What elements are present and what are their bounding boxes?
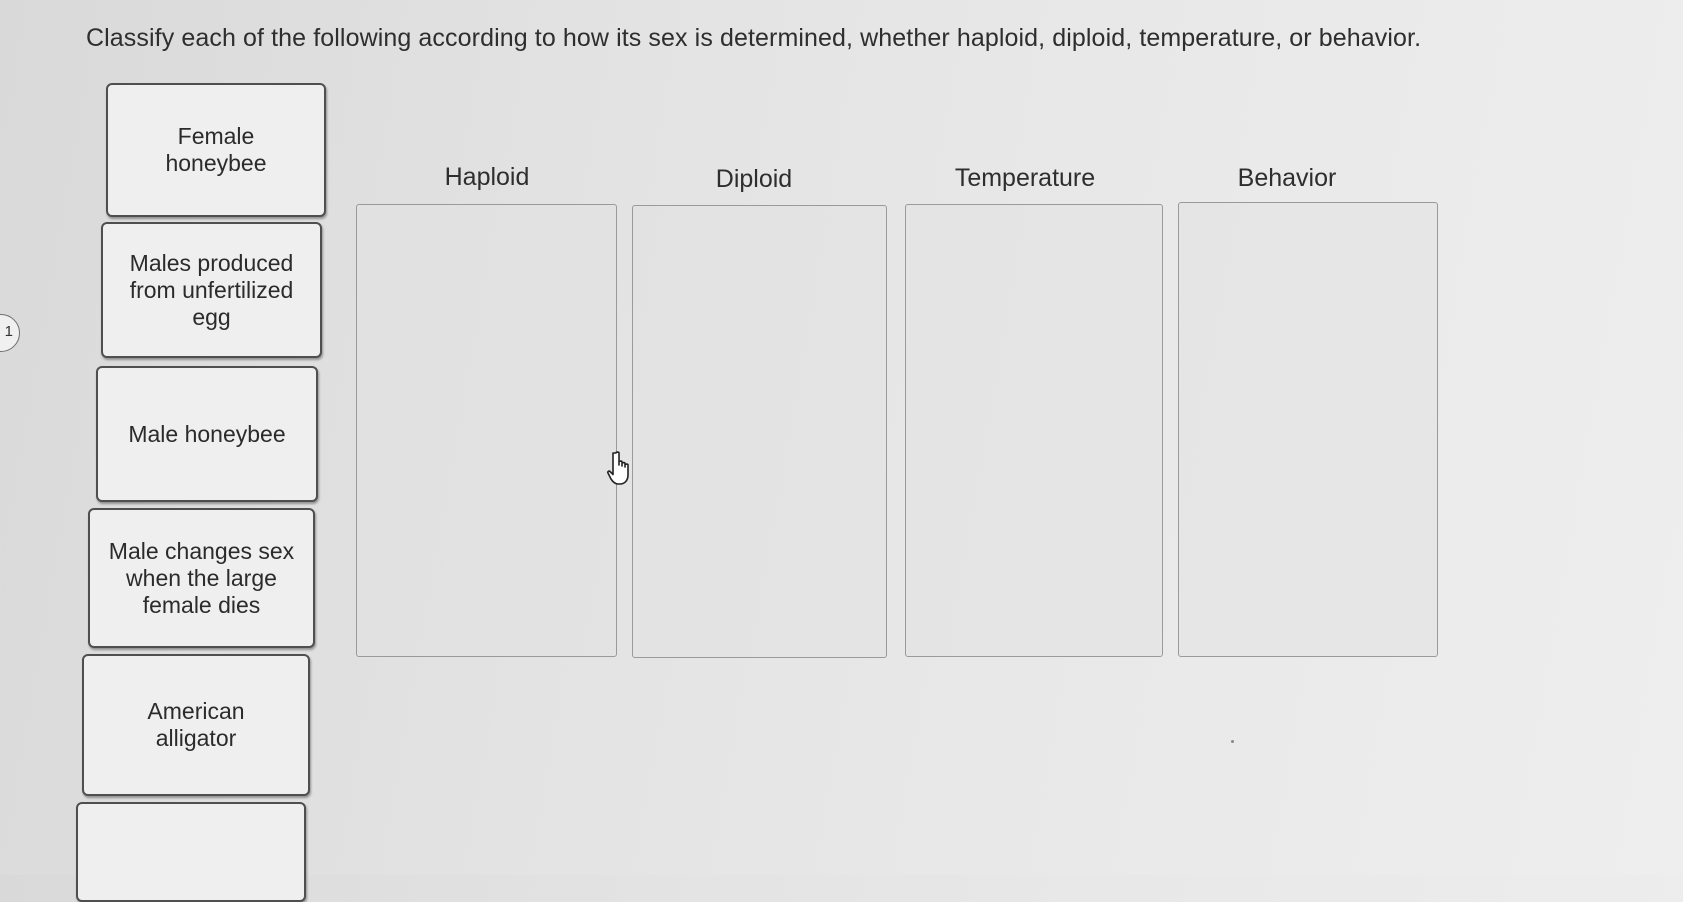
- drop-zone-temperature[interactable]: [905, 204, 1163, 657]
- card-label: Male changes sex when the large female d…: [108, 537, 295, 618]
- card-label: Female honeybee: [165, 123, 267, 176]
- category-label-temperature: Temperature: [954, 164, 1096, 192]
- drag-card-male-honeybee[interactable]: Male honeybee: [96, 366, 318, 502]
- question-prompt: Classify each of the following according…: [86, 24, 1422, 52]
- stray-mark: [1231, 740, 1234, 743]
- drag-card-american-alligator[interactable]: American alligator: [82, 654, 310, 796]
- question-number: 1: [4, 323, 13, 340]
- drop-zone-behavior[interactable]: [1178, 202, 1438, 657]
- card-label: Males produced from unfertilized egg: [129, 249, 294, 330]
- card-label: American alligator: [147, 698, 245, 751]
- category-label-haploid: Haploid: [444, 163, 530, 191]
- category-label-behavior: Behavior: [1237, 164, 1337, 192]
- category-label-diploid: Diploid: [715, 165, 793, 193]
- drag-card-partial[interactable]: [76, 802, 306, 902]
- drop-zone-haploid[interactable]: [356, 204, 617, 657]
- drag-card-male-changes-sex[interactable]: Male changes sex when the large female d…: [88, 508, 315, 648]
- drop-zone-diploid[interactable]: [632, 205, 887, 658]
- question-number-badge[interactable]: 1: [0, 314, 20, 352]
- drag-card-males-unfertilized-egg[interactable]: Males produced from unfertilized egg: [101, 222, 322, 358]
- drag-card-female-honeybee[interactable]: Female honeybee: [106, 83, 326, 217]
- card-label: Male honeybee: [128, 420, 286, 447]
- hand-pointer-icon: [607, 451, 629, 485]
